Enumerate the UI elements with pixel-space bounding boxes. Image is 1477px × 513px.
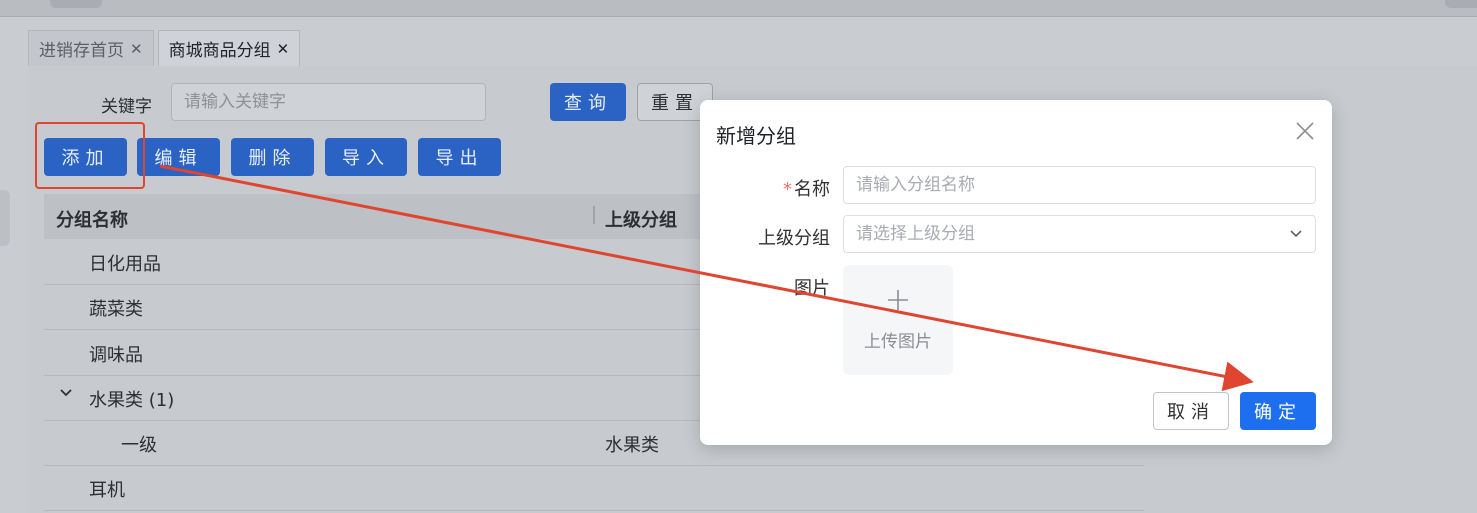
top-bar-tab-right[interactable] [1445, 0, 1477, 8]
cell-name: 耳机 [89, 480, 125, 501]
add-group-dialog: 新增分组 * 名称 请输入分组名称 上级分组 请选择上级分组 图片 上传图片 取消… [700, 100, 1332, 445]
name-label-text: 名称 [794, 179, 830, 200]
cell-name: 水果类 (1) [89, 390, 175, 411]
export-button[interactable]: 导出 [418, 138, 501, 176]
query-button[interactable]: 查询 [550, 83, 626, 121]
upload-text: 上传图片 [864, 332, 932, 352]
chevron-down-icon[interactable] [1289, 226, 1303, 240]
cell-parent: 水果类 [605, 435, 659, 456]
cell-name: 蔬菜类 [89, 299, 143, 320]
required-mark: * [783, 179, 792, 200]
dialog-title: 新增分组 [716, 124, 796, 148]
image-upload[interactable]: 上传图片 [843, 265, 953, 375]
close-icon[interactable]: ✕ [130, 40, 143, 58]
column-divider[interactable] [593, 206, 595, 224]
chevron-down-icon[interactable] [58, 385, 74, 401]
column-header-parent[interactable]: 上级分组 [605, 206, 677, 232]
cell-name: 日化用品 [89, 254, 161, 275]
close-icon[interactable]: ✕ [277, 40, 290, 58]
top-bar-tab[interactable] [50, 0, 102, 8]
confirm-button[interactable]: 确定 [1240, 392, 1316, 430]
tab-label: 商城商品分组 [168, 41, 271, 61]
tab-product-groups[interactable]: 商城商品分组 ✕ [157, 30, 301, 66]
parent-group-select[interactable]: 请选择上级分组 [843, 215, 1316, 253]
keyword-input[interactable]: 请输入关键字 [171, 83, 486, 121]
column-header-name[interactable]: 分组名称 [56, 206, 128, 232]
highlight-box [35, 122, 145, 189]
sidebar-edge[interactable] [0, 190, 10, 246]
parent-group-label: 上级分组 [758, 228, 830, 249]
close-icon[interactable] [1292, 118, 1318, 144]
plus-icon [888, 290, 908, 310]
delete-button[interactable]: 删除 [231, 138, 314, 176]
cell-name: 调味品 [89, 345, 143, 366]
cancel-button[interactable]: 取消 [1153, 392, 1229, 430]
tab-home[interactable]: 进销存首页 ✕ [28, 30, 154, 66]
keyword-label: 关键字 [101, 97, 152, 117]
image-label: 图片 [794, 278, 830, 299]
name-input[interactable]: 请输入分组名称 [843, 166, 1316, 204]
parent-group-placeholder: 请选择上级分组 [856, 224, 975, 244]
table-row[interactable]: 耳机 [44, 465, 1144, 511]
cell-name: 一级 [121, 435, 157, 456]
import-button[interactable]: 导入 [325, 138, 407, 176]
edit-button[interactable]: 编辑 [137, 138, 220, 176]
top-bar [0, 0, 1477, 17]
page-tabs: 进销存首页 ✕ 商城商品分组 ✕ [28, 30, 304, 66]
tab-label: 进销存首页 [39, 41, 124, 61]
name-label: * 名称 [720, 175, 830, 201]
